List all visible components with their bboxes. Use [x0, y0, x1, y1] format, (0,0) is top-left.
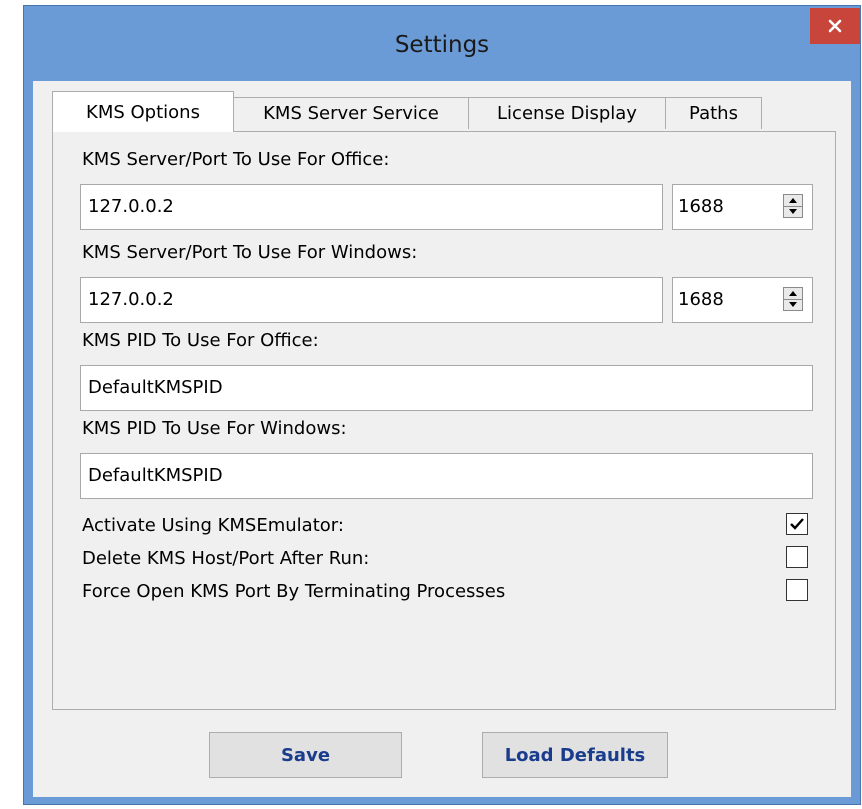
office-pid-label: KMS PID To Use For Office: [82, 330, 319, 351]
save-button[interactable]: Save [209, 732, 402, 778]
settings-window: Settings KMS Options KMS Server Service … [23, 5, 861, 805]
load-defaults-button[interactable]: Load Defaults [482, 732, 668, 778]
activate-kmsemulator-label: Activate Using KMSEmulator: [82, 515, 344, 536]
tab-kms-server-service[interactable]: KMS Server Service [233, 97, 469, 129]
force-open-port-label: Force Open KMS Port By Terminating Proce… [82, 581, 506, 602]
delete-host-checkbox[interactable] [786, 546, 808, 568]
window-title: Settings [394, 32, 490, 58]
tab-kms-options[interactable]: KMS Options [52, 91, 234, 132]
windows-port-stepper[interactable]: 1688 [672, 277, 813, 323]
windows-port-value: 1688 [678, 289, 724, 310]
tab-license-display[interactable]: License Display [468, 97, 666, 129]
title-bar[interactable]: Settings [24, 6, 860, 81]
tab-strip: KMS Options KMS Server Service License D… [33, 81, 851, 132]
office-port-spin-buttons [783, 194, 803, 218]
tab-paths[interactable]: Paths [665, 97, 762, 129]
activate-kmsemulator-checkbox[interactable] [786, 513, 808, 535]
close-button[interactable] [810, 8, 860, 44]
office-server-label: KMS Server/Port To Use For Office: [82, 149, 390, 170]
windows-pid-input[interactable]: DefaultKMSPID [80, 453, 813, 499]
dialog-client-area: KMS Options KMS Server Service License D… [33, 81, 851, 797]
close-icon [828, 19, 842, 33]
office-port-decrement[interactable] [784, 206, 802, 217]
office-pid-input[interactable]: DefaultKMSPID [80, 365, 813, 411]
force-open-port-checkbox[interactable] [786, 579, 808, 601]
windows-pid-label: KMS PID To Use For Windows: [82, 418, 347, 439]
triangle-up-icon [789, 291, 797, 296]
checkmark-icon [790, 518, 804, 530]
windows-server-label: KMS Server/Port To Use For Windows: [82, 242, 418, 263]
triangle-up-icon [789, 198, 797, 203]
office-port-stepper[interactable]: 1688 [672, 184, 813, 230]
kms-options-panel: KMS Server/Port To Use For Office: 127.0… [52, 131, 836, 710]
delete-host-label: Delete KMS Host/Port After Run: [82, 548, 370, 569]
office-port-value: 1688 [678, 196, 724, 217]
windows-port-decrement[interactable] [784, 299, 802, 310]
windows-port-spin-buttons [783, 287, 803, 311]
triangle-down-icon [789, 302, 797, 307]
windows-server-input[interactable]: 127.0.0.2 [80, 277, 663, 323]
office-server-input[interactable]: 127.0.0.2 [80, 184, 663, 230]
triangle-down-icon [789, 209, 797, 214]
